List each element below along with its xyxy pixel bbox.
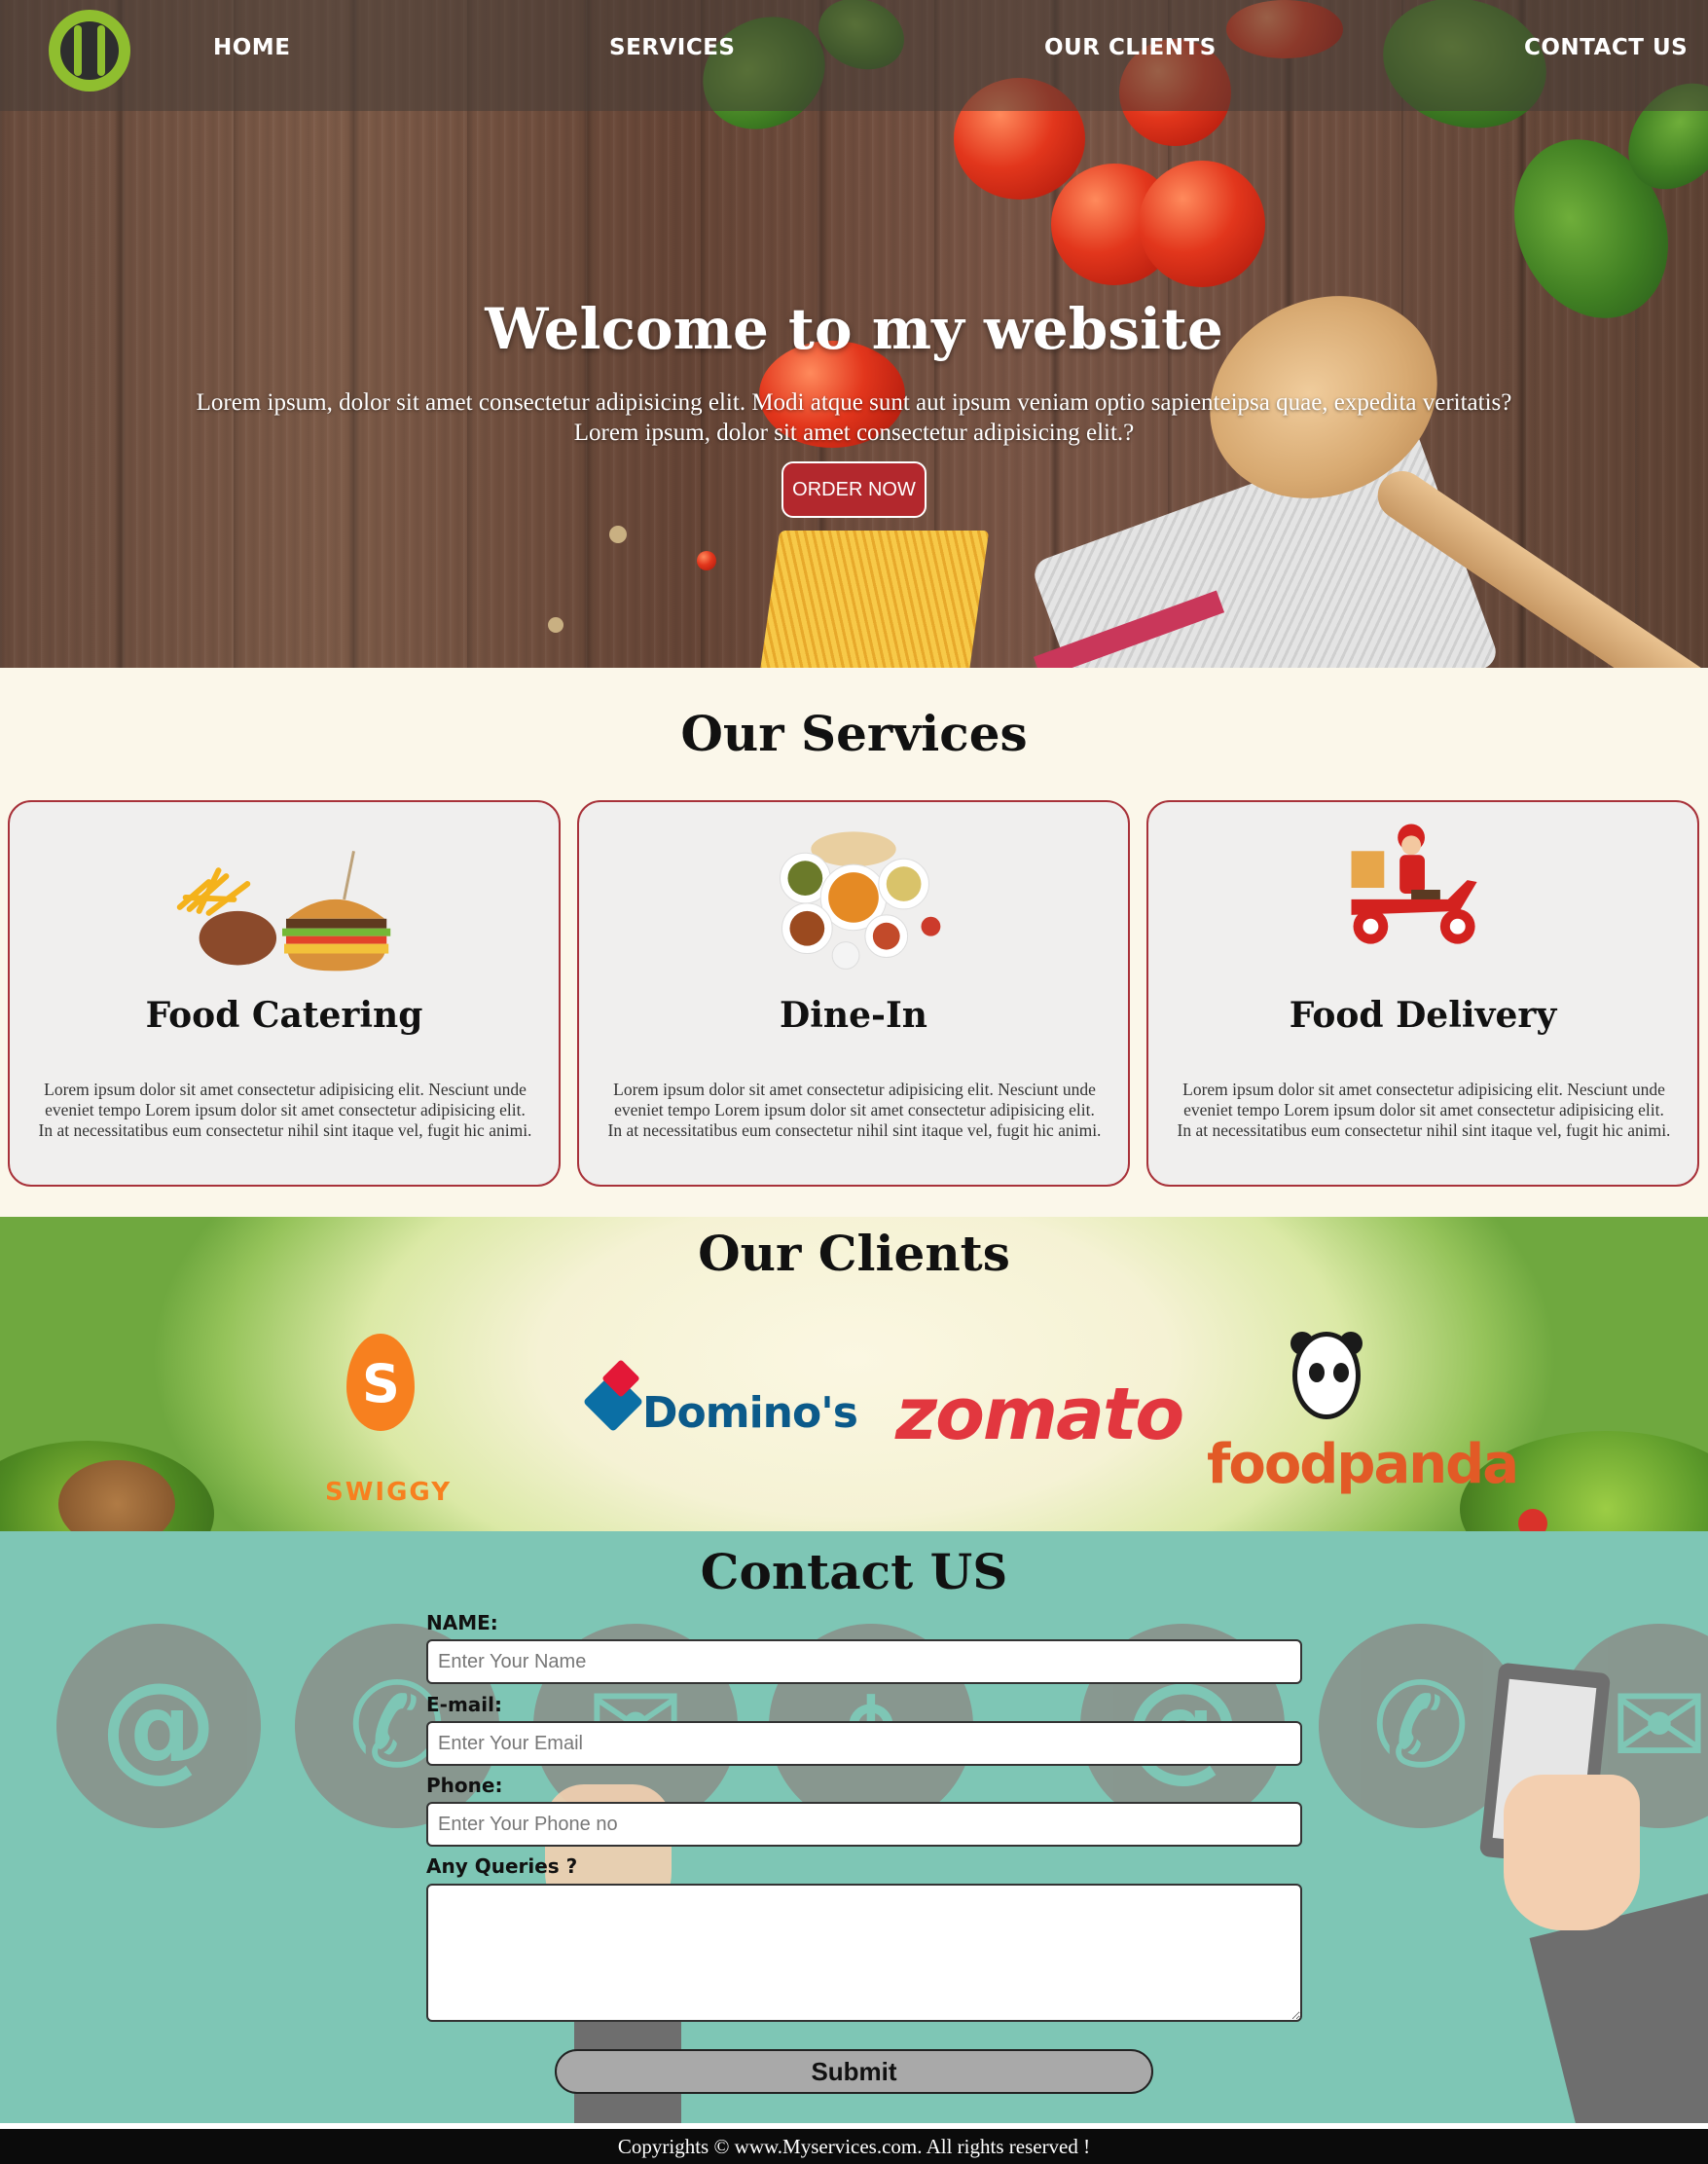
panda-face-icon	[1292, 1332, 1361, 1419]
hand-decoration	[1504, 1775, 1640, 1930]
salad-decoration-image	[1518, 1509, 1547, 1531]
clients-section: Our Clients S SWIGGY Domino's zomato foo…	[0, 1217, 1708, 1531]
zomato-wordmark: zomato	[895, 1373, 1184, 1456]
phone-label: Phone:	[426, 1774, 503, 1797]
service-card-food-delivery: Food Delivery Lorem ipsum dolor sit amet…	[1146, 800, 1699, 1187]
name-label: NAME:	[426, 1611, 498, 1634]
fork-icon	[74, 25, 82, 76]
copyright-text: Copyrights © www.Myservices.com. All rig…	[617, 2135, 1091, 2158]
name-input[interactable]	[426, 1639, 1302, 1684]
email-input[interactable]	[426, 1721, 1302, 1766]
at-sign-icon: @	[56, 1624, 261, 1828]
order-now-button[interactable]: ORDER NOW	[781, 461, 927, 518]
burger-fries-icon	[176, 850, 391, 972]
hero-title: Welcome to my website	[485, 296, 1223, 362]
dishes-icon	[780, 831, 941, 970]
logo-inner-circle	[60, 21, 119, 80]
service-card-food-catering: Food Catering Lorem ipsum dolor sit amet…	[8, 800, 561, 1187]
nav-our-clients-link[interactable]: OUR CLIENTS	[1044, 35, 1217, 60]
email-label: E-mail:	[426, 1693, 503, 1716]
restaurant-logo-icon[interactable]	[49, 10, 130, 92]
service-card-title: Food Delivery	[1289, 995, 1557, 1036]
service-card-description: Lorem ipsum dolor sit amet consectetur a…	[1177, 1080, 1671, 1140]
swiggy-wordmark: SWIGGY	[325, 1478, 453, 1507]
service-card-dine-in: Dine-In Lorem ipsum dolor sit amet conse…	[577, 800, 1130, 1187]
tomato-image	[1139, 161, 1265, 287]
peppercorn-image	[548, 617, 563, 633]
service-card-description: Lorem ipsum dolor sit amet consectetur a…	[38, 1080, 532, 1140]
nav-services-link[interactable]: SERVICES	[609, 35, 736, 60]
phone-input[interactable]	[426, 1802, 1302, 1847]
pasta-image	[757, 531, 990, 668]
hero-description-line-2: Lorem ipsum, dolor sit amet consectetur …	[573, 420, 1135, 446]
contact-section: @ ✆ ✉ ⌖ @ ✆ ✉ Contact US NAME: E-mail: P…	[0, 1531, 1708, 2123]
panda-eye-icon	[1309, 1363, 1325, 1382]
services-section: Our Services Food Catering Lorem ipsum d…	[0, 668, 1708, 1217]
services-title: Our Services	[680, 705, 1028, 762]
foodpanda-wordmark: foodpanda	[1207, 1433, 1519, 1496]
clients-title: Our Clients	[698, 1225, 1010, 1282]
service-card-title: Dine-In	[780, 995, 927, 1036]
footer: Copyrights © www.Myservices.com. All rig…	[0, 2129, 1708, 2164]
hero-section: HOME SERVICES OUR CLIENTS CONTACT US Wel…	[0, 0, 1708, 668]
swiggy-s-mark: S	[362, 1353, 400, 1414]
panda-eye-icon	[1333, 1363, 1349, 1382]
queries-label: Any Queries ?	[426, 1854, 578, 1878]
nav-home-link[interactable]: HOME	[213, 35, 290, 60]
hero-description-line-1: Lorem ipsum, dolor sit amet consectetur …	[196, 389, 1512, 416]
service-card-title: Food Catering	[145, 995, 423, 1036]
queries-textarea[interactable]	[426, 1884, 1302, 2022]
knife-icon	[97, 25, 105, 76]
submit-button[interactable]: Submit	[555, 2049, 1153, 2094]
service-card-description: Lorem ipsum dolor sit amet consectetur a…	[607, 1080, 1102, 1140]
nav-contact-us-link[interactable]: CONTACT US	[1524, 35, 1688, 60]
peppercorn-image	[697, 551, 716, 570]
delivery-scooter-icon	[1351, 824, 1477, 944]
peppercorn-image	[609, 526, 627, 543]
dominos-wordmark: Domino's	[642, 1388, 858, 1438]
contact-title: Contact US	[700, 1543, 1008, 1600]
navbar: HOME SERVICES OUR CLIENTS CONTACT US	[0, 0, 1708, 111]
